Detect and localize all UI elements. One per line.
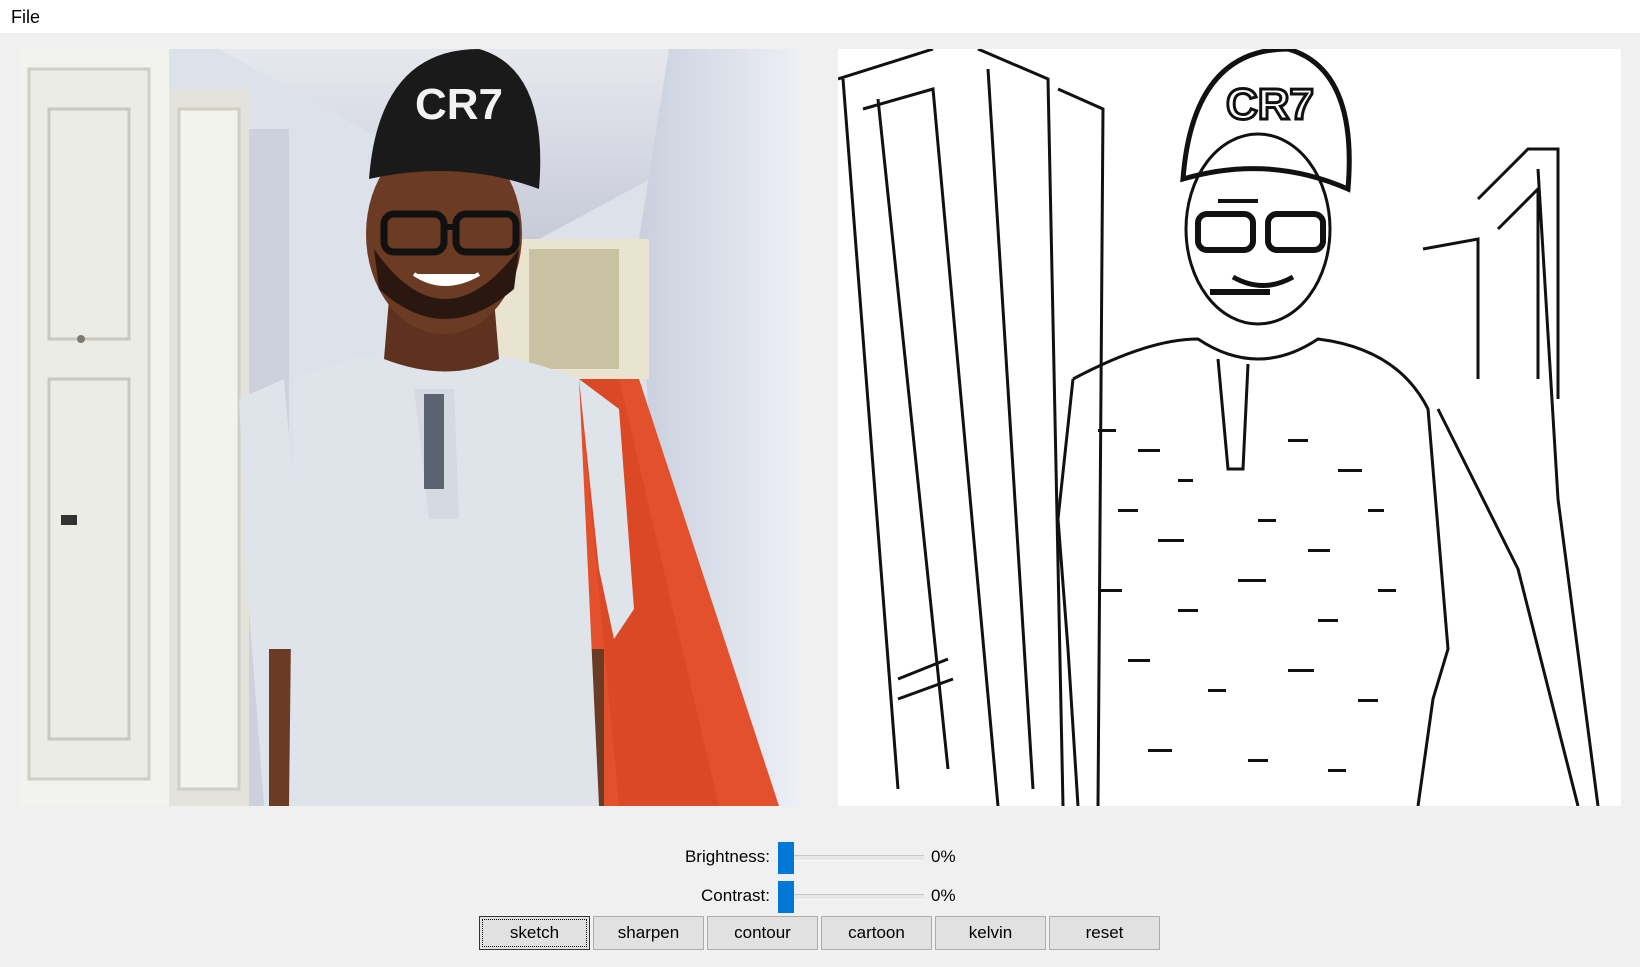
original-image: CR7 xyxy=(19,49,802,806)
brightness-label: Brightness: xyxy=(684,847,770,866)
menubar: File xyxy=(0,0,1640,33)
brightness-track[interactable] xyxy=(778,855,924,861)
brightness-slider-thumb[interactable] xyxy=(778,842,794,874)
sharpen-button[interactable]: sharpen xyxy=(593,916,704,950)
contrast-slider-thumb[interactable] xyxy=(778,881,794,913)
sketch-photo: CR7 xyxy=(838,49,1621,806)
brightness-row: Brightness: 0% xyxy=(0,842,1640,874)
cartoon-button[interactable]: cartoon xyxy=(821,916,932,950)
contour-button[interactable]: contour xyxy=(707,916,818,950)
contrast-value: 0% xyxy=(931,886,956,905)
sketch-button[interactable]: sketch xyxy=(479,916,590,950)
contrast-track[interactable] xyxy=(778,894,924,900)
cap-logo: CR7 xyxy=(415,80,503,129)
file-menu[interactable]: File xyxy=(3,4,48,30)
processed-image: CR7 xyxy=(838,49,1621,806)
brightness-value: 0% xyxy=(931,847,956,866)
reset-button[interactable]: reset xyxy=(1049,916,1160,950)
contrast-row: Contrast: 0% xyxy=(0,881,1640,913)
kelvin-button[interactable]: kelvin xyxy=(935,916,1046,950)
original-photo: CR7 xyxy=(19,49,802,806)
cap-logo-sketch: CR7 xyxy=(1226,80,1314,129)
contrast-label: Contrast: xyxy=(701,886,770,905)
